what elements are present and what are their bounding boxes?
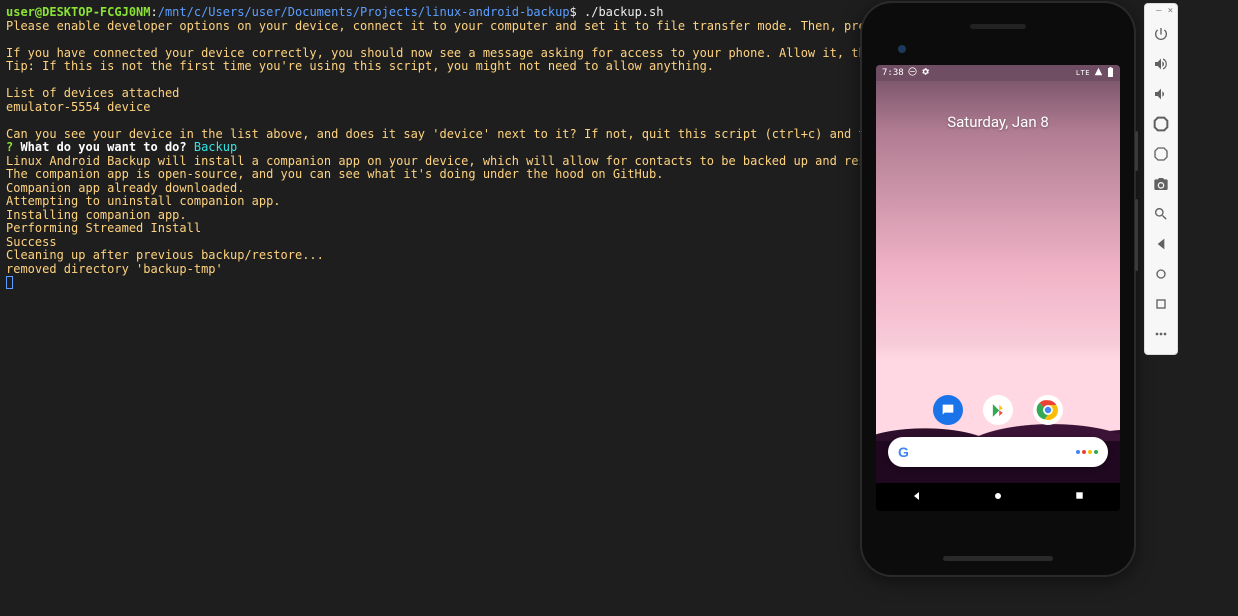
battery-icon [1107,67,1114,80]
cursor [6,276,13,289]
screenshot-button[interactable] [1147,170,1175,198]
nav-back-button[interactable] [911,490,923,505]
signal-icon [1094,67,1103,79]
volume-up-button[interactable] [1147,50,1175,78]
prompt-path: /mnt/c/Users/user/Documents/Projects/lin… [158,5,570,19]
power-button[interactable] [1147,20,1175,48]
chin-bar [943,556,1053,561]
app-dock [876,395,1120,425]
more-button[interactable] [1147,320,1175,348]
question-answer: Backup [194,140,237,154]
emulator-screen[interactable]: 7:38 LTE Saturday, Jan 8 [876,65,1120,511]
volume-down-button[interactable] [1147,80,1175,108]
gear-icon [921,67,930,79]
close-button[interactable]: × [1168,6,1173,18]
hw-power-button[interactable] [1135,131,1138,171]
prompt-user: user@DESKTOP-FCGJ0NM [6,5,151,19]
soft-home-button[interactable] [1147,260,1175,288]
network-label: LTE [1076,69,1090,77]
question-text: What do you want to do? [13,140,194,154]
assistant-icon[interactable] [1076,450,1098,454]
minimize-button[interactable]: – [1156,6,1161,18]
app-play-store[interactable] [983,395,1013,425]
soft-overview-button[interactable] [1147,290,1175,318]
front-camera [898,45,906,53]
nav-home-button[interactable] [992,490,1004,505]
android-navbar [876,483,1120,511]
rotate-right-button[interactable] [1147,140,1175,168]
google-g-icon: G [898,444,909,460]
toolbar-titlebar: – × [1145,4,1177,18]
app-chrome[interactable] [1033,395,1063,425]
entered-command: ./backup.sh [584,5,663,19]
hw-volume-rocker[interactable] [1135,199,1138,271]
search-bar[interactable]: G [888,437,1108,467]
status-bar[interactable]: 7:38 LTE [876,65,1120,81]
soft-back-button[interactable] [1147,230,1175,258]
status-time: 7:38 [882,68,904,78]
android-emulator-frame: 7:38 LTE Saturday, Jan 8 [862,3,1134,575]
nav-recents-button[interactable] [1074,490,1085,504]
zoom-button[interactable] [1147,200,1175,228]
dnd-icon [908,67,917,79]
emulator-toolbar: – × [1144,3,1178,355]
rotate-left-button[interactable] [1147,110,1175,138]
prompt-end: $ [570,5,584,19]
prompt-sep: : [151,5,158,19]
home-date-widget[interactable]: Saturday, Jan 8 [876,113,1120,131]
app-messages[interactable] [933,395,963,425]
speaker-grille [970,24,1026,29]
